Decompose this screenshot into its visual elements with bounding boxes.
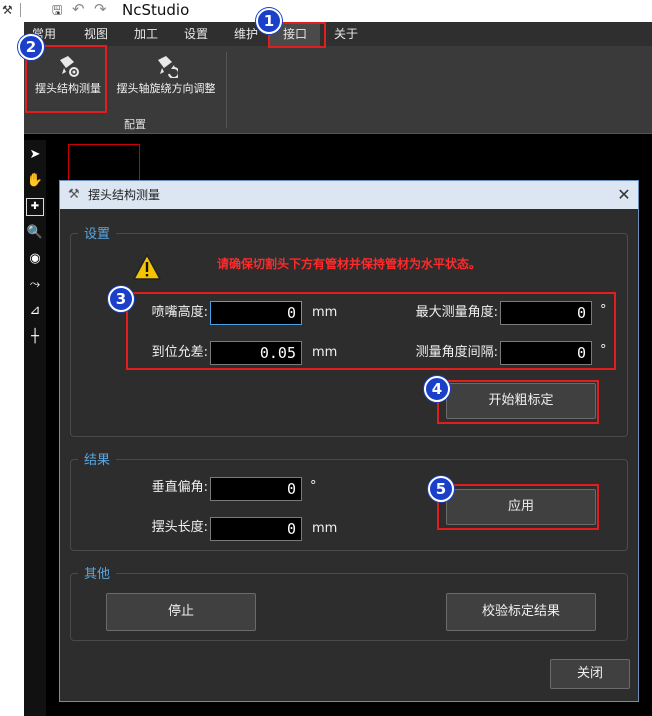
left-toolbar: ➤ ✋ ✚ 🔍 ◉ ⤳ ⊿ ┼ [24, 140, 46, 716]
head-length-label: 摆头长度: [151, 520, 208, 535]
titlebar-divider [20, 3, 21, 17]
app-logo-icon: ⚒ [2, 3, 13, 17]
menu-item-view[interactable]: 视图 [76, 22, 116, 46]
path-icon[interactable]: ⤳ [26, 276, 44, 294]
ribbon-group-label: 配置 [124, 118, 146, 131]
step-badge-2: 2 [18, 34, 44, 60]
save-icon[interactable]: 🖫 [52, 1, 62, 19]
ribbon-panel: 摆头结构测量 摆头轴旋绕方向调整 配置 [24, 46, 652, 134]
close-button[interactable]: 关闭 [550, 659, 630, 689]
camera-icon[interactable]: ◉ [26, 250, 44, 268]
other-group-label: 其他 [78, 563, 117, 582]
head-rotate-label: 摆头轴旋绕方向调整 [116, 82, 216, 95]
settings-group-label: 设置 [78, 223, 117, 242]
highlight-apply [437, 484, 599, 530]
highlight-start-calibration [437, 380, 599, 424]
verify-calibration-button[interactable]: 校验标定结果 [446, 593, 596, 631]
menu-item-settings[interactable]: 设置 [176, 22, 216, 46]
results-group-label: 结果 [78, 449, 117, 468]
app-title: NcStudio [122, 1, 190, 19]
step-badge-3: 3 [108, 286, 134, 312]
head-rotate-button[interactable]: 摆头轴旋绕方向调整 [110, 48, 222, 110]
redo-icon[interactable]: ↷ [94, 0, 107, 18]
warning-icon [133, 254, 161, 280]
step-badge-1: 1 [256, 8, 282, 34]
vertical-offset-unit: ° [310, 479, 317, 494]
highlight-settings-fields [126, 292, 616, 370]
menu-bar: 常用 视图 加工 设置 维护 接口 关于 [24, 22, 652, 46]
vertical-offset-field[interactable]: 0 [210, 477, 302, 501]
dialog-titlebar: ⚒ 摆头结构测量 ✕ [60, 181, 638, 209]
stop-button[interactable]: 停止 [106, 593, 256, 631]
dialog-logo-icon: ⚒ [68, 187, 80, 202]
pan-tool-icon[interactable]: ✋ [26, 172, 44, 190]
step-badge-5: 5 [428, 476, 454, 502]
undo-icon[interactable]: ↶ [72, 0, 85, 18]
step-badge-4: 4 [424, 376, 450, 402]
menu-item-process[interactable]: 加工 [126, 22, 166, 46]
head-rotate-icon [158, 56, 178, 78]
head-length-field[interactable]: 0 [210, 517, 302, 541]
crosshair-icon[interactable]: ┼ [26, 328, 44, 346]
measure-tool-icon[interactable]: ⊿ [26, 302, 44, 320]
select-tool-icon[interactable]: ➤ [26, 146, 44, 164]
vertical-offset-label: 垂直偏角: [151, 480, 208, 495]
window-titlebar: ⚒ 🖫 ↶ ↷ NcStudio [0, 0, 652, 22]
dialog-title: 摆头结构测量 [88, 188, 161, 202]
ribbon-separator [226, 52, 227, 128]
fit-view-icon[interactable]: ✚ [26, 198, 44, 216]
menu-item-about[interactable]: 关于 [324, 22, 368, 46]
warning-text: 请确保切割头下方有管材并保持管材为水平状态。 [217, 257, 482, 271]
dialog-close-icon[interactable]: ✕ [612, 181, 636, 209]
zoom-icon[interactable]: 🔍 [26, 224, 44, 242]
head-length-unit: mm [312, 521, 338, 536]
head-measure-dialog: ⚒ 摆头结构测量 ✕ 设置 请确保切割头下方有管材并保持管材为水平状态。 喷嘴高… [59, 180, 639, 702]
screen-root: ⚒ 🖫 ↶ ↷ NcStudio 常用 视图 加工 设置 维护 接口 关于 摆头… [0, 0, 652, 716]
